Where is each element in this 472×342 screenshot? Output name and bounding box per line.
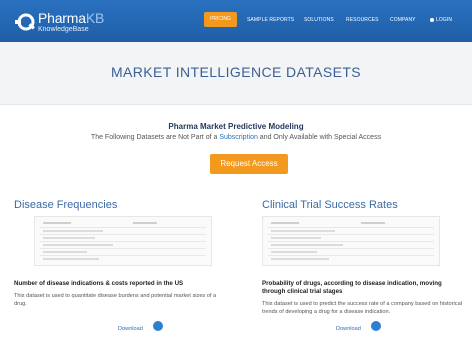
logo[interactable]: PharmaKB KnowledgeBase bbox=[14, 7, 114, 35]
request-access-button[interactable]: Request Access bbox=[210, 154, 288, 174]
page-title: MARKET INTELLIGENCE DATASETS bbox=[110, 64, 362, 80]
dataset-title-clinical-trial-success-rates: Clinical Trial Success Rates bbox=[262, 199, 398, 211]
dataset-caption: Number of disease indications & costs re… bbox=[14, 280, 184, 287]
pharmakb-logo-icon bbox=[15, 13, 35, 31]
subscription-link[interactable]: Subscription bbox=[219, 134, 258, 141]
top-nav: PharmaKB KnowledgeBase PRICING SAMPLE RE… bbox=[0, 0, 472, 42]
login-label: LOGIN bbox=[436, 17, 453, 23]
nav-item-company[interactable]: COMPANY bbox=[390, 17, 416, 23]
nav-item-pricing[interactable]: PRICING bbox=[204, 12, 237, 27]
nav-item-resources[interactable]: RESOURCES bbox=[346, 17, 379, 23]
download-link[interactable]: Download bbox=[336, 321, 381, 332]
section-subtitle: Pharma Market Predictive Modeling bbox=[168, 122, 304, 131]
nav-item-login[interactable]: LOGIN bbox=[430, 17, 452, 23]
download-icon bbox=[153, 321, 163, 331]
user-icon bbox=[430, 17, 434, 22]
dataset-title-disease-frequencies: Disease Frequencies bbox=[14, 199, 118, 211]
download-link[interactable]: Download bbox=[118, 321, 163, 332]
nav-item-solutions[interactable]: SOLUTIONS bbox=[304, 17, 334, 23]
brand-tagline: KnowledgeBase bbox=[38, 26, 89, 33]
download-icon bbox=[371, 321, 381, 331]
dataset-caption: Probability of drugs, according to disea… bbox=[262, 280, 442, 295]
section-description: The Following Datasets are Not Part of a… bbox=[90, 134, 382, 141]
dataset-description: This dataset is used to predict the succ… bbox=[262, 301, 462, 315]
nav-item-sample-reports[interactable]: SAMPLE REPORTS bbox=[247, 17, 294, 23]
dataset-description: This dataset is used to quantitate disea… bbox=[14, 293, 217, 307]
brand-name: PharmaKB bbox=[38, 10, 105, 26]
dataset-preview-image bbox=[262, 216, 440, 266]
dataset-preview-image bbox=[34, 216, 212, 266]
